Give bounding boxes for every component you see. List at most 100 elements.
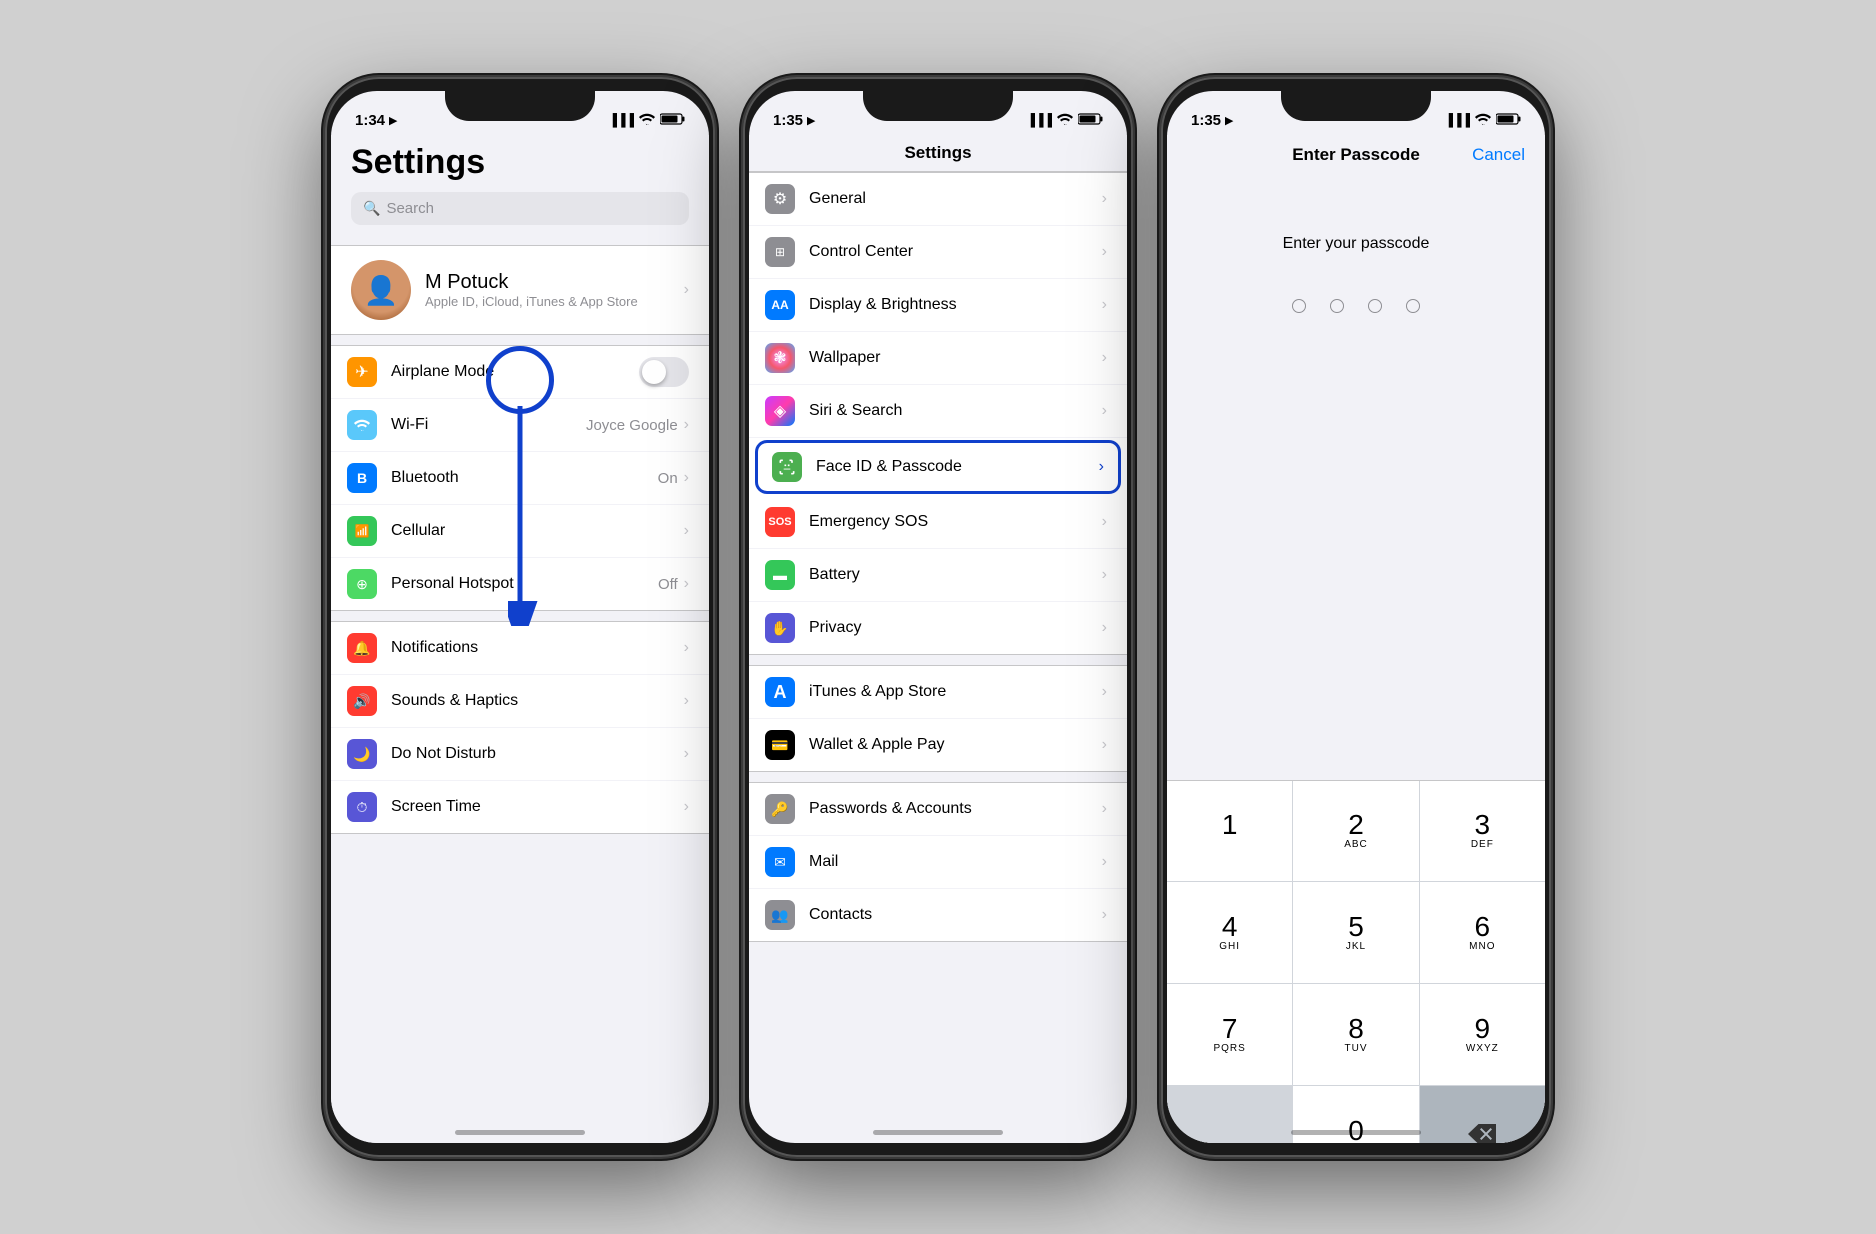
mail-row[interactable]: ✉ Mail › [749,836,1127,889]
search-placeholder: Search [386,200,434,217]
notch-1 [445,91,595,121]
key-9[interactable]: 9 WXYZ [1420,984,1545,1085]
settings-nav-header: Settings [749,135,1127,172]
dnd-row[interactable]: 🌙 Do Not Disturb › [331,728,709,781]
key-8-number: 8 [1348,1015,1364,1043]
detail-group-1: ⚙ General › ⊞ Control Center › AA Displa… [749,172,1127,655]
airplane-mode-row[interactable]: ✈ Airplane Mode [331,346,709,399]
keypad: 1 2 ABC 3 DEF 4 GHI [1167,780,1545,1144]
profile-row[interactable]: 👤 M Potuck Apple ID, iCloud, iTunes & Ap… [331,246,709,334]
wifi-row[interactable]: Wi-Fi Joyce Google › [331,399,709,452]
notifications-chevron: › [684,639,689,657]
contacts-icon: 👥 [765,900,795,930]
notifications-label: Notifications [391,639,684,657]
mail-label: Mail [809,853,1102,871]
key-1[interactable]: 1 [1167,781,1292,882]
key-6-number: 6 [1475,913,1491,941]
faceid-chevron: › [1099,458,1104,476]
controlcenter-row[interactable]: ⊞ Control Center › [749,226,1127,279]
dot-4 [1406,299,1420,313]
privacy-row[interactable]: ✋ Privacy › [749,602,1127,654]
faceid-label: Face ID & Passcode [816,458,1099,476]
battery-icon-2 [1078,113,1103,128]
phones-container: 1:34 ▸ ▐▐▐ [325,77,1551,1157]
phone-3: 1:35 ▸ ▐▐▐ [1161,77,1551,1157]
key-6[interactable]: 6 MNO [1420,882,1545,983]
home-indicator-1 [455,1130,585,1135]
dot-2 [1330,299,1344,313]
itunes-chevron: › [1102,683,1107,701]
key-4[interactable]: 4 GHI [1167,882,1292,983]
itunes-label: iTunes & App Store [809,683,1102,701]
wallet-row[interactable]: 💳 Wallet & Apple Pay › [749,719,1127,771]
key-5[interactable]: 5 JKL [1293,882,1418,983]
contacts-row[interactable]: 👥 Contacts › [749,889,1127,941]
display-row[interactable]: AA Display & Brightness › [749,279,1127,332]
profile-sub: Apple ID, iCloud, iTunes & App Store [425,294,670,309]
notifications-row[interactable]: 🔔 Notifications › [331,622,709,675]
screentime-row[interactable]: ⏱ Screen Time › [331,781,709,833]
general-row[interactable]: ⚙ General › [749,173,1127,226]
siri-icon: ◈ [765,396,795,426]
key-empty [1167,1086,1292,1143]
faceid-row-highlighted[interactable]: Face ID & Passcode › [755,440,1121,494]
battery-row[interactable]: ▬ Battery › [749,549,1127,602]
battery-label: Battery [809,566,1102,584]
wifi-icon-2 [1057,113,1073,128]
cellular-icon: 📶 [347,516,377,546]
settings-main-screen: Settings 🔍 Search 👤 M Potuck App [331,135,709,1143]
profile-section: 👤 M Potuck Apple ID, iCloud, iTunes & Ap… [331,245,709,335]
status-icons-1: ▐▐▐ [608,113,685,128]
key-9-number: 9 [1475,1015,1491,1043]
key-7[interactable]: 7 PQRS [1167,984,1292,1085]
itunes-row[interactable]: A iTunes & App Store › [749,666,1127,719]
display-chevron: › [1102,296,1107,314]
key-2-letters: ABC [1344,839,1368,851]
contacts-chevron: › [1102,906,1107,924]
passcode-screen: Enter Passcode Cancel Enter your passcod… [1167,135,1545,1143]
sounds-row[interactable]: 🔊 Sounds & Haptics › [331,675,709,728]
general-label: General [809,190,1102,208]
signal-icon-1: ▐▐▐ [608,113,634,127]
mail-icon: ✉ [765,847,795,877]
key-5-letters: JKL [1346,941,1366,953]
sos-row[interactable]: SOS Emergency SOS › [749,496,1127,549]
key-2-number: 2 [1348,811,1364,839]
bluetooth-icon: B [347,463,377,493]
status-icons-3: ▐▐▐ [1444,113,1521,128]
bluetooth-row[interactable]: B Bluetooth On › [331,452,709,505]
search-bar[interactable]: 🔍 Search [351,192,689,225]
phone-1-screen: 1:34 ▸ ▐▐▐ [331,91,709,1143]
passcode-prompt: Enter your passcode [1167,175,1545,283]
hotspot-row[interactable]: ⊕ Personal Hotspot Off › [331,558,709,610]
key-3[interactable]: 3 DEF [1420,781,1545,882]
cancel-button[interactable]: Cancel [1472,145,1525,164]
hotspot-value: Off [658,576,678,593]
siri-row[interactable]: ◈ Siri & Search › [749,385,1127,438]
dnd-label: Do Not Disturb [391,745,684,763]
wallet-label: Wallet & Apple Pay [809,736,1102,754]
cellular-row[interactable]: 📶 Cellular › [331,505,709,558]
airplane-toggle[interactable] [639,357,689,387]
battery-chevron: › [1102,566,1107,584]
sounds-label: Sounds & Haptics [391,692,684,710]
key-7-letters: PQRS [1213,1043,1245,1055]
key-4-letters: GHI [1219,941,1240,953]
key-2[interactable]: 2 ABC [1293,781,1418,882]
sounds-icon: 🔊 [347,686,377,716]
signal-icon-3: ▐▐▐ [1444,113,1470,127]
key-4-number: 4 [1222,913,1238,941]
key-backspace[interactable] [1420,1086,1545,1143]
time-2: 1:35 ▸ [773,111,815,129]
wallpaper-row[interactable]: ❃ Wallpaper › [749,332,1127,385]
settings-group-1: ✈ Airplane Mode Wi-Fi Joyce [331,345,709,611]
dot-3 [1368,299,1382,313]
time-3: 1:35 ▸ [1191,111,1233,129]
passwords-row[interactable]: 🔑 Passwords & Accounts › [749,783,1127,836]
wifi-icon [347,410,377,440]
key-8[interactable]: 8 TUV [1293,984,1418,1085]
sounds-chevron: › [684,692,689,710]
wifi-chevron: › [684,416,689,434]
time-1: 1:34 ▸ [355,111,397,129]
battery-icon-1 [660,113,685,128]
